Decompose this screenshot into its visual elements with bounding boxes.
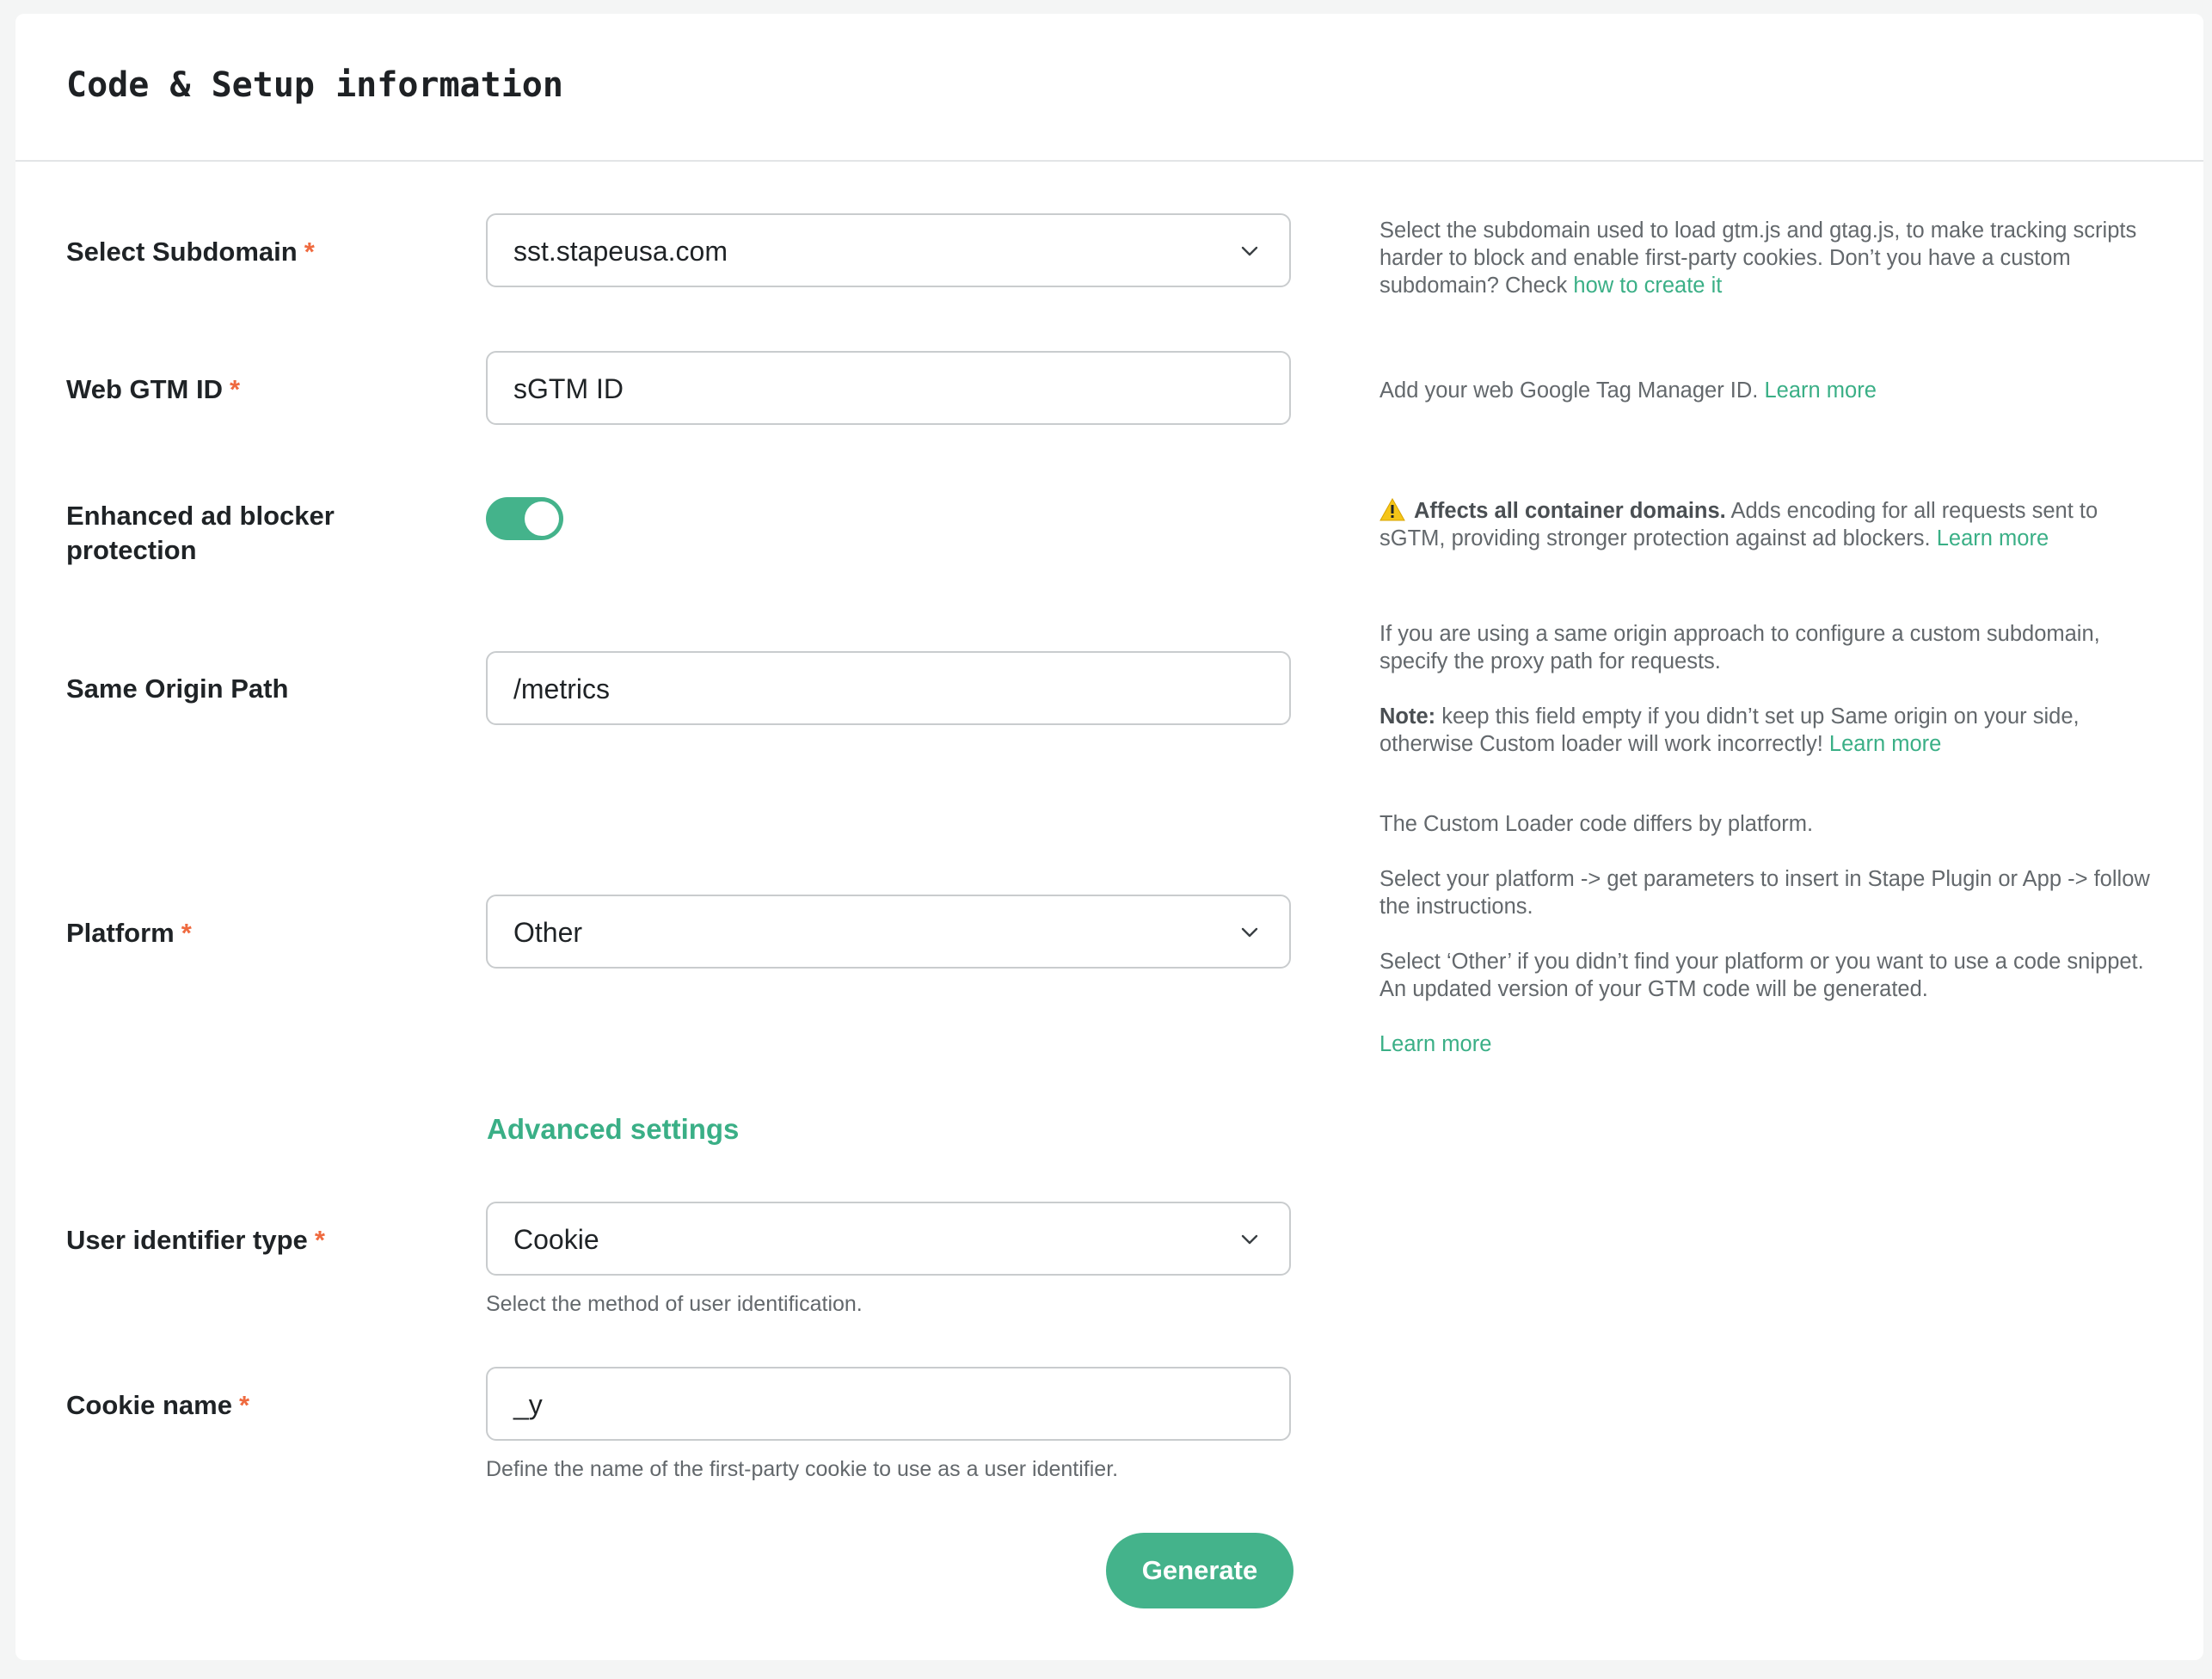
same-origin-input[interactable]: /metrics	[486, 651, 1291, 725]
platform-help-p2: Select your platform -> get parameters t…	[1379, 867, 2150, 919]
platform-select[interactable]: Other	[486, 895, 1291, 969]
chevron-down-icon	[1241, 1234, 1258, 1245]
toggle-knob	[525, 501, 559, 536]
web-gtm-input[interactable]: sGTM ID	[486, 351, 1291, 425]
user-id-type-label: User identifier type *	[66, 1223, 325, 1258]
platform-label-text: Platform	[66, 918, 175, 948]
subdomain-label-text: Select Subdomain	[66, 237, 298, 267]
generate-button[interactable]: Generate	[1106, 1533, 1293, 1608]
required-asterisk: *	[181, 918, 192, 948]
cookie-name-input-value: _y	[513, 1389, 543, 1420]
chevron-down-icon	[1241, 246, 1258, 256]
subdomain-help: Select the subdomain used to load gtm.js…	[1379, 217, 2154, 299]
same-origin-input-value: /metrics	[513, 673, 610, 704]
adblock-toggle[interactable]	[486, 497, 563, 540]
platform-help: The Custom Loader code differs by platfo…	[1379, 810, 2154, 1058]
subdomain-help-text: Select the subdomain used to load gtm.js…	[1379, 218, 2137, 298]
user-id-type-label-text: User identifier type	[66, 1225, 308, 1255]
user-id-type-select-value: Cookie	[513, 1224, 599, 1255]
platform-select-value: Other	[513, 917, 583, 948]
same-origin-help-text: If you are using a same origin approach …	[1379, 622, 2100, 673]
subdomain-label: Select Subdomain *	[66, 235, 315, 269]
web-gtm-help-text: Add your web Google Tag Manager ID.	[1379, 378, 1759, 403]
subdomain-select[interactable]: sst.stapeusa.com	[486, 213, 1291, 287]
required-asterisk: *	[238, 1390, 250, 1420]
platform-help-p3: Select ‘Other’ if you didn’t find your p…	[1379, 950, 2144, 1001]
card-header: Code & Setup information	[15, 14, 2203, 162]
note-label: Note:	[1379, 704, 1436, 729]
warning-icon	[1379, 498, 1405, 521]
cookie-name-input[interactable]: _y	[486, 1367, 1291, 1441]
web-gtm-input-value: sGTM ID	[513, 373, 624, 404]
web-gtm-learn-more-link[interactable]: Learn more	[1764, 378, 1876, 403]
web-gtm-label-text: Web GTM ID	[66, 374, 223, 404]
required-asterisk: *	[304, 237, 315, 267]
platform-learn-more-link[interactable]: Learn more	[1379, 1030, 2154, 1058]
advanced-settings-link[interactable]: Advanced settings	[487, 1113, 739, 1146]
adblock-help: Affects all container domains. Adds enco…	[1379, 497, 2154, 552]
same-origin-learn-more-link[interactable]: Learn more	[1829, 732, 1941, 756]
subdomain-select-value: sst.stapeusa.com	[513, 236, 728, 267]
user-id-type-select[interactable]: Cookie	[486, 1202, 1291, 1276]
user-id-type-hint: Select the method of user identification…	[486, 1292, 863, 1316]
chevron-down-icon	[1241, 927, 1258, 938]
required-asterisk: *	[229, 374, 241, 404]
web-gtm-help: Add your web Google Tag Manager ID. Lear…	[1379, 377, 2154, 404]
adblock-label: Enhanced ad blocker protection	[66, 501, 335, 565]
platform-label: Platform *	[66, 916, 192, 950]
required-asterisk: *	[314, 1225, 325, 1255]
how-to-create-link[interactable]: how to create it	[1573, 274, 1722, 298]
same-origin-note: Note: keep this field empty if you didn’…	[1379, 703, 2154, 758]
cookie-name-hint: Define the name of the first-party cooki…	[486, 1457, 1119, 1481]
page-title: Code & Setup information	[66, 65, 563, 105]
same-origin-label: Same Origin Path	[66, 673, 289, 704]
adblock-warning-title: Affects all container domains.	[1414, 499, 1726, 523]
platform-help-p1: The Custom Loader code differs by platfo…	[1379, 812, 1814, 836]
cookie-name-label-text: Cookie name	[66, 1390, 232, 1420]
note-text: keep this field empty if you didn’t set …	[1379, 704, 2080, 756]
cookie-name-label: Cookie name *	[66, 1388, 249, 1423]
setup-card: Code & Setup information Select Subdomai…	[15, 14, 2203, 1660]
same-origin-help: If you are using a same origin approach …	[1379, 620, 2154, 758]
adblock-learn-more-link[interactable]: Learn more	[1937, 526, 2049, 550]
web-gtm-label: Web GTM ID *	[66, 372, 240, 407]
